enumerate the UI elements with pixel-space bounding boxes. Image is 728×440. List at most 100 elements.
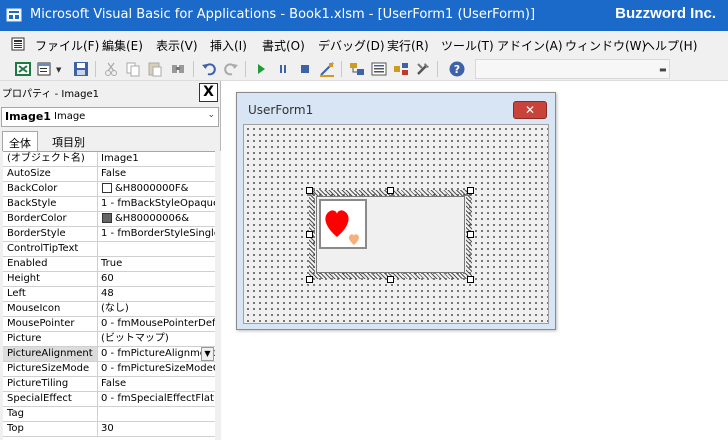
toolbox-icon[interactable] bbox=[414, 60, 432, 78]
property-value[interactable]: Image1 bbox=[99, 152, 215, 166]
menu-help[interactable]: ヘルプ(H) bbox=[643, 37, 697, 54]
property-row[interactable]: PictureAlignment0 - fmPictureAlignmentTo… bbox=[3, 347, 215, 362]
pause-icon[interactable] bbox=[274, 60, 292, 78]
property-value[interactable] bbox=[99, 407, 215, 421]
property-value[interactable]: 30 bbox=[99, 422, 215, 436]
property-value-text: True bbox=[101, 258, 123, 269]
save-icon[interactable] bbox=[72, 60, 90, 78]
property-row[interactable]: BorderColor &H80000006& bbox=[3, 212, 215, 227]
properties-window: プロパティ - Image1 X Image1 Image ⌄ 全体 項目別 (… bbox=[0, 81, 221, 440]
insert-dropdown-icon[interactable]: ▼ bbox=[56, 66, 61, 74]
property-value[interactable]: 1 - fmBorderStyleSingle bbox=[99, 227, 215, 241]
menu-addins[interactable]: アドイン(A) bbox=[497, 37, 563, 54]
property-row[interactable]: AutoSize False bbox=[3, 167, 215, 182]
vba-app-icon[interactable] bbox=[6, 7, 22, 23]
svg-text:?: ? bbox=[454, 63, 460, 76]
property-row[interactable]: BorderStyle 1 - fmBorderStyleSingle bbox=[3, 227, 215, 242]
property-row[interactable]: BackStyle 1 - fmBackStyleOpaque bbox=[3, 197, 215, 212]
menu-bar: ファイル(F) 編集(E) 表示(V) 挿入(I) 書式(O) デバッグ(D) … bbox=[0, 31, 728, 57]
property-value[interactable]: 1 - fmBackStyleOpaque bbox=[99, 197, 215, 211]
resize-handle-top[interactable] bbox=[387, 187, 394, 194]
property-row[interactable]: PictureSizeMode0 - fmPictureSizeModeClip bbox=[3, 362, 215, 377]
help-icon[interactable]: ? bbox=[448, 60, 466, 78]
undo-icon[interactable] bbox=[200, 60, 218, 78]
cut-icon[interactable] bbox=[102, 60, 120, 78]
property-value[interactable]: 60 bbox=[99, 272, 215, 286]
menu-tools[interactable]: ツール(T) bbox=[441, 37, 494, 54]
property-value[interactable]: False bbox=[99, 167, 215, 181]
property-value[interactable]: (ビットマップ) bbox=[99, 332, 215, 346]
properties-scrollbar[interactable] bbox=[215, 151, 221, 440]
property-value[interactable]: 0 - fmPictureAlignmentTopLeft▼ bbox=[99, 347, 215, 361]
excel-icon[interactable] bbox=[14, 60, 32, 78]
property-row[interactable]: Top 30 bbox=[3, 422, 215, 437]
menu-insert[interactable]: 挿入(I) bbox=[210, 37, 247, 54]
property-value[interactable]: 0 - fmMousePointerDefault bbox=[99, 317, 215, 331]
property-row[interactable]: (オブジェクト名) Image1 bbox=[3, 152, 215, 167]
image1-control[interactable] bbox=[316, 196, 465, 273]
resize-handle-bottom-right[interactable] bbox=[467, 276, 474, 283]
property-row[interactable]: Left 48 bbox=[3, 287, 215, 302]
property-row[interactable]: Picture (ビットマップ) bbox=[3, 332, 215, 347]
paste-icon[interactable] bbox=[146, 60, 164, 78]
property-value[interactable]: True bbox=[99, 257, 215, 271]
menu-format[interactable]: 書式(O) bbox=[262, 37, 305, 54]
redo-icon[interactable] bbox=[222, 60, 240, 78]
property-name: SpecialEffect bbox=[3, 392, 98, 406]
property-value[interactable]: &H8000000F& bbox=[99, 182, 215, 196]
property-row[interactable]: MousePointer0 - fmMousePointerDefault bbox=[3, 317, 215, 332]
properties-icon[interactable] bbox=[370, 60, 388, 78]
project-explorer-icon[interactable] bbox=[348, 60, 366, 78]
object-browser-icon[interactable] bbox=[392, 60, 410, 78]
userform-client-area[interactable] bbox=[243, 124, 549, 324]
property-value[interactable]: &H80000006& bbox=[99, 212, 215, 226]
resize-handle-top-right[interactable] bbox=[467, 187, 474, 194]
property-value[interactable] bbox=[99, 242, 215, 256]
resize-handle-bottom-left[interactable] bbox=[306, 276, 313, 283]
menu-file[interactable]: ファイル(F) bbox=[35, 37, 99, 54]
property-value-text: &H80000006& bbox=[115, 213, 190, 224]
property-row[interactable]: BackColor &H8000000F& bbox=[3, 182, 215, 197]
property-value[interactable]: 0 - fmPictureSizeModeClip bbox=[99, 362, 215, 376]
property-value[interactable]: 48 bbox=[99, 287, 215, 301]
property-name: PictureAlignment bbox=[3, 347, 98, 361]
resize-handle-right[interactable] bbox=[467, 231, 474, 238]
design-mode-icon[interactable] bbox=[318, 60, 336, 78]
property-row[interactable]: Tag bbox=[3, 407, 215, 422]
system-menu-icon[interactable] bbox=[11, 37, 25, 51]
property-value[interactable]: False bbox=[99, 377, 215, 391]
run-icon[interactable] bbox=[252, 60, 270, 78]
userform-window[interactable]: UserForm1 ✕ bbox=[236, 92, 556, 330]
resize-handle-bottom[interactable] bbox=[387, 276, 394, 283]
property-name: BorderColor bbox=[3, 212, 98, 226]
property-row[interactable]: ControlTipText bbox=[3, 242, 215, 257]
property-value-text: (ビットマップ) bbox=[101, 333, 169, 344]
object-selector[interactable]: Image1 Image ⌄ bbox=[1, 107, 219, 127]
property-value[interactable]: 0 - fmSpecialEffectFlat bbox=[99, 392, 215, 406]
menu-window[interactable]: ウィンドウ(W) bbox=[565, 37, 646, 54]
properties-close-button[interactable]: X bbox=[199, 83, 218, 102]
tab-alphabetic[interactable]: 全体 bbox=[2, 131, 38, 151]
userform-close-button[interactable]: ✕ bbox=[513, 101, 547, 119]
menu-edit[interactable]: 編集(E) bbox=[102, 37, 143, 54]
dropdown-arrow-icon[interactable]: ▼ bbox=[201, 347, 214, 361]
resize-handle-left[interactable] bbox=[306, 231, 313, 238]
property-row[interactable]: PictureTiling False bbox=[3, 377, 215, 392]
toolbar-options-icon[interactable]: ▬ bbox=[659, 65, 667, 74]
property-row[interactable]: Height 60 bbox=[3, 272, 215, 287]
copy-icon[interactable] bbox=[124, 60, 142, 78]
property-row[interactable]: SpecialEffect 0 - fmSpecialEffectFlat bbox=[3, 392, 215, 407]
property-value-text: 30 bbox=[101, 423, 114, 434]
find-icon[interactable] bbox=[169, 60, 187, 78]
chevron-down-icon[interactable]: ⌄ bbox=[207, 110, 215, 120]
property-row[interactable]: MouseIcon (なし) bbox=[3, 302, 215, 317]
reset-icon[interactable] bbox=[296, 60, 314, 78]
resize-handle-top-left[interactable] bbox=[306, 187, 313, 194]
menu-debug[interactable]: デバッグ(D) bbox=[318, 37, 385, 54]
menu-run[interactable]: 実行(R) bbox=[387, 37, 429, 54]
property-value[interactable]: (なし) bbox=[99, 302, 215, 316]
insert-module-icon[interactable] bbox=[36, 60, 54, 78]
tab-categorized[interactable]: 項目別 bbox=[46, 131, 91, 151]
property-row[interactable]: Enabled True bbox=[3, 257, 215, 272]
menu-view[interactable]: 表示(V) bbox=[156, 37, 198, 54]
